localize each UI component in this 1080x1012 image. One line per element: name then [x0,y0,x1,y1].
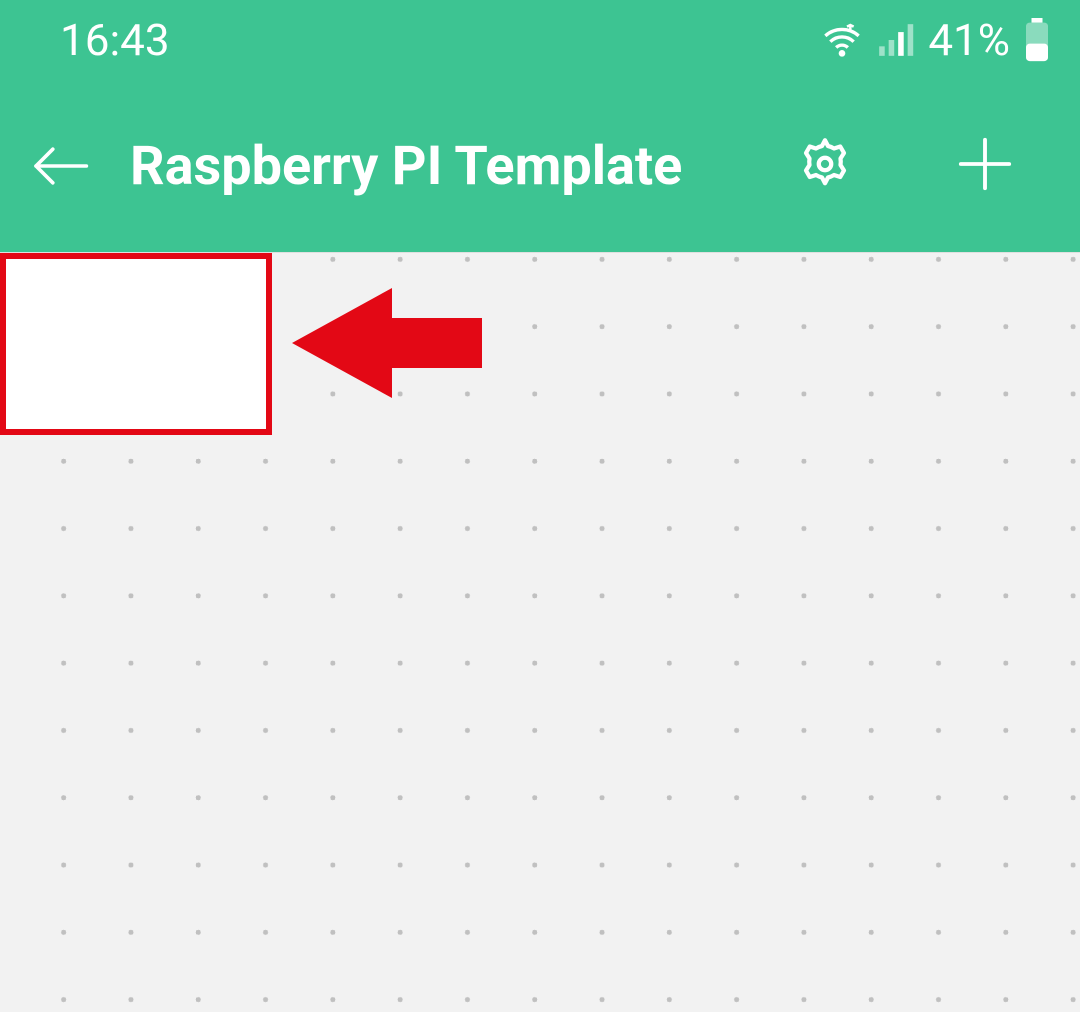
status-bar: 16:43 41% [0,0,1080,80]
annotation-arrow-icon [282,278,502,412]
status-time: 16:43 [60,14,170,66]
wifi-icon [822,20,862,60]
status-icons: 41% [822,14,1050,66]
gear-icon [795,134,855,198]
plus-icon [956,135,1014,197]
add-button[interactable] [950,131,1020,201]
cellular-signal-icon [876,21,914,59]
back-button[interactable] [30,136,90,196]
app-bar: Raspberry PI Template [0,80,1080,252]
editor-canvas[interactable] [0,252,1080,1012]
battery-icon [1024,18,1050,62]
widget-placeholder[interactable] [0,253,272,435]
page-title: Raspberry PI Template [130,135,730,198]
settings-button[interactable] [790,131,860,201]
battery-percent: 41% [928,14,1010,66]
